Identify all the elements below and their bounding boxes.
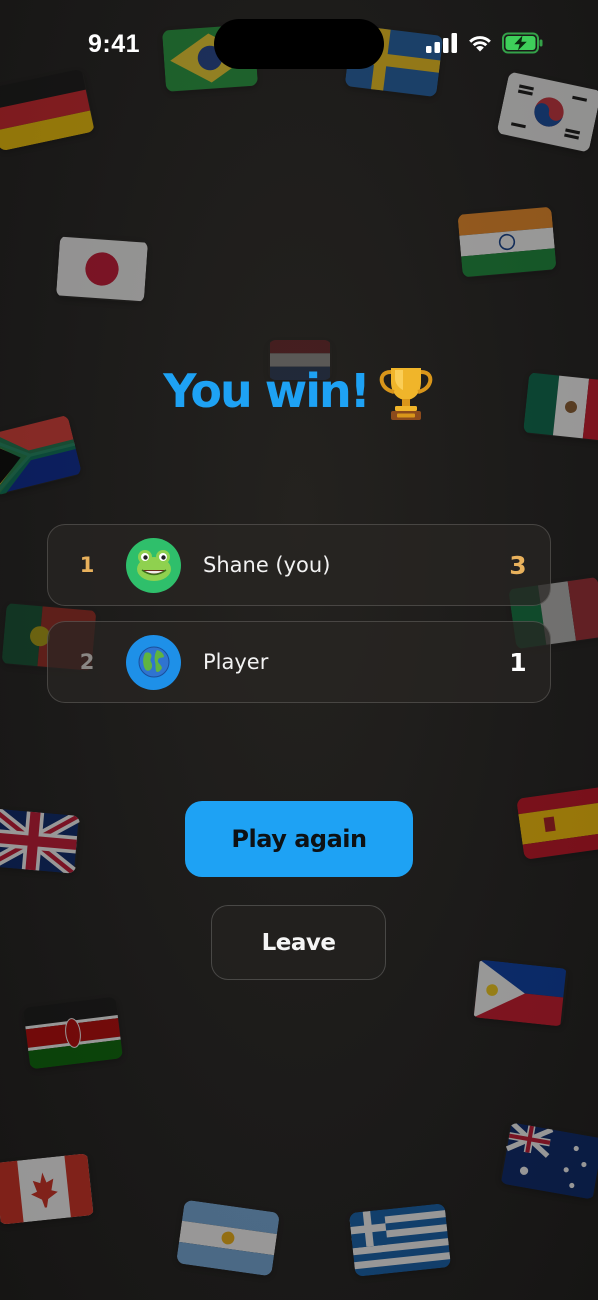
wifi-icon	[469, 36, 491, 52]
signal-icon	[426, 33, 457, 53]
globe-avatar	[126, 634, 181, 690]
status-bar: 9:41	[0, 0, 598, 90]
status-icons	[426, 32, 544, 54]
australia-flag	[499, 1122, 598, 1200]
player-rank: 1	[79, 553, 95, 577]
player-score: 1	[509, 647, 527, 677]
player-name: Shane (you)	[203, 553, 331, 577]
leaderboard-row: 2 Player 1	[47, 621, 551, 703]
frog-icon	[136, 550, 171, 581]
south-africa-flag	[0, 414, 82, 496]
player-name: Player	[203, 650, 269, 674]
result-title-text: You win!	[163, 364, 370, 418]
kenya-flag	[23, 996, 124, 1070]
dynamic-island	[214, 19, 384, 69]
leaderboard: 1 Shane (you) 3 2 Player 1	[47, 524, 551, 718]
spain-flag	[516, 786, 598, 860]
trophy-icon	[379, 368, 432, 420]
player-score: 3	[509, 550, 527, 580]
battery-charging-icon	[502, 32, 543, 54]
play-again-button[interactable]: Play again	[185, 801, 413, 877]
leave-button[interactable]: Leave	[211, 905, 386, 980]
frog-avatar	[126, 537, 181, 593]
greece-flag	[348, 1203, 452, 1277]
status-time: 9:41	[88, 30, 141, 58]
india-flag	[457, 206, 557, 278]
philippines-flag	[471, 959, 569, 1027]
argentina-flag	[176, 1199, 280, 1277]
uk-flag	[0, 808, 81, 874]
game-over-screen: 9:41 You win! 1 Shane (you) 3 2 Player 1…	[0, 0, 598, 1300]
canada-flag	[0, 1153, 95, 1225]
globe-icon	[138, 646, 169, 678]
result-title: You win!	[0, 360, 598, 422]
leaderboard-row: 1 Shane (you) 3	[47, 524, 551, 606]
player-rank: 2	[79, 650, 95, 674]
japan-flag	[56, 235, 148, 303]
